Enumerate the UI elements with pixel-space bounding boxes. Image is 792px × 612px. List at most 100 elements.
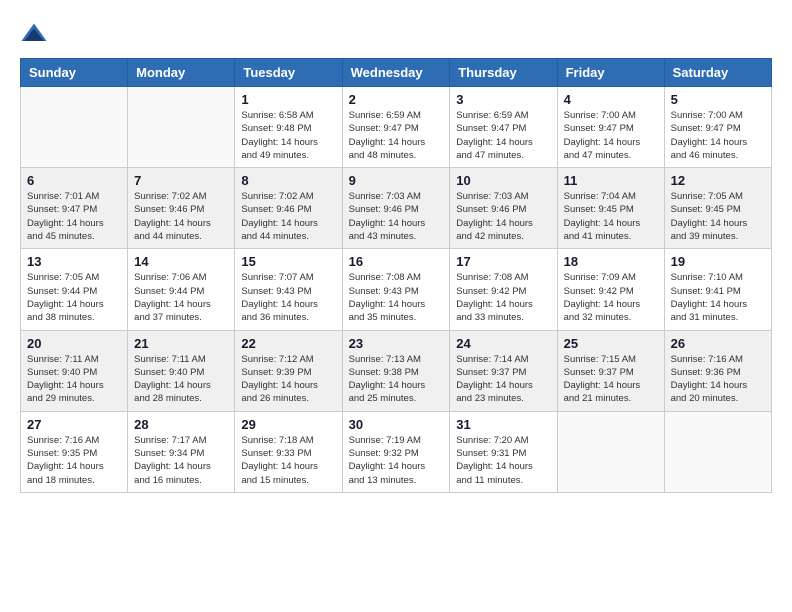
calendar-week-row: 20 Sunrise: 7:11 AM Sunset: 9:40 PM Dayli… xyxy=(21,330,772,411)
day-number: 8 xyxy=(241,173,335,188)
calendar-cell xyxy=(664,411,771,492)
day-info: Sunrise: 7:10 AM Sunset: 9:41 PM Dayligh… xyxy=(671,271,765,324)
calendar-cell xyxy=(21,87,128,168)
day-number: 24 xyxy=(456,336,550,351)
calendar-cell: 7 Sunrise: 7:02 AM Sunset: 9:46 PM Daylig… xyxy=(128,168,235,249)
calendar-cell: 9 Sunrise: 7:03 AM Sunset: 9:46 PM Daylig… xyxy=(342,168,450,249)
day-number: 13 xyxy=(27,254,121,269)
day-info: Sunrise: 7:02 AM Sunset: 9:46 PM Dayligh… xyxy=(134,190,228,243)
day-number: 17 xyxy=(456,254,550,269)
calendar-cell: 16 Sunrise: 7:08 AM Sunset: 9:43 PM Dayli… xyxy=(342,249,450,330)
day-number: 14 xyxy=(134,254,228,269)
day-number: 16 xyxy=(349,254,444,269)
calendar-week-row: 1 Sunrise: 6:58 AM Sunset: 9:48 PM Daylig… xyxy=(21,87,772,168)
weekday-header: Wednesday xyxy=(342,59,450,87)
day-number: 10 xyxy=(456,173,550,188)
day-info: Sunrise: 7:19 AM Sunset: 9:32 PM Dayligh… xyxy=(349,434,444,487)
calendar-cell: 3 Sunrise: 6:59 AM Sunset: 9:47 PM Daylig… xyxy=(450,87,557,168)
day-info: Sunrise: 7:14 AM Sunset: 9:37 PM Dayligh… xyxy=(456,353,550,406)
calendar-week-row: 6 Sunrise: 7:01 AM Sunset: 9:47 PM Daylig… xyxy=(21,168,772,249)
calendar-cell: 11 Sunrise: 7:04 AM Sunset: 9:45 PM Dayli… xyxy=(557,168,664,249)
weekday-header: Tuesday xyxy=(235,59,342,87)
calendar-cell: 22 Sunrise: 7:12 AM Sunset: 9:39 PM Dayli… xyxy=(235,330,342,411)
day-info: Sunrise: 7:00 AM Sunset: 9:47 PM Dayligh… xyxy=(564,109,658,162)
calendar-cell: 19 Sunrise: 7:10 AM Sunset: 9:41 PM Dayli… xyxy=(664,249,771,330)
calendar-cell: 25 Sunrise: 7:15 AM Sunset: 9:37 PM Dayli… xyxy=(557,330,664,411)
day-number: 6 xyxy=(27,173,121,188)
day-number: 11 xyxy=(564,173,658,188)
weekday-header: Sunday xyxy=(21,59,128,87)
day-number: 29 xyxy=(241,417,335,432)
day-info: Sunrise: 7:09 AM Sunset: 9:42 PM Dayligh… xyxy=(564,271,658,324)
calendar-cell: 12 Sunrise: 7:05 AM Sunset: 9:45 PM Dayli… xyxy=(664,168,771,249)
logo-icon xyxy=(20,20,48,48)
day-number: 4 xyxy=(564,92,658,107)
day-number: 28 xyxy=(134,417,228,432)
calendar-cell: 1 Sunrise: 6:58 AM Sunset: 9:48 PM Daylig… xyxy=(235,87,342,168)
calendar-cell: 21 Sunrise: 7:11 AM Sunset: 9:40 PM Dayli… xyxy=(128,330,235,411)
day-info: Sunrise: 6:58 AM Sunset: 9:48 PM Dayligh… xyxy=(241,109,335,162)
calendar-week-row: 27 Sunrise: 7:16 AM Sunset: 9:35 PM Dayli… xyxy=(21,411,772,492)
calendar-cell xyxy=(128,87,235,168)
day-number: 12 xyxy=(671,173,765,188)
calendar-cell: 6 Sunrise: 7:01 AM Sunset: 9:47 PM Daylig… xyxy=(21,168,128,249)
calendar-cell: 20 Sunrise: 7:11 AM Sunset: 9:40 PM Dayli… xyxy=(21,330,128,411)
day-info: Sunrise: 6:59 AM Sunset: 9:47 PM Dayligh… xyxy=(349,109,444,162)
weekday-header: Monday xyxy=(128,59,235,87)
weekday-header: Saturday xyxy=(664,59,771,87)
calendar-cell: 30Sunrise: 7:19 AM Sunset: 9:32 PM Dayli… xyxy=(342,411,450,492)
day-number: 7 xyxy=(134,173,228,188)
calendar-cell: 17 Sunrise: 7:08 AM Sunset: 9:42 PM Dayli… xyxy=(450,249,557,330)
day-number: 2 xyxy=(349,92,444,107)
day-info: Sunrise: 7:20 AM Sunset: 9:31 PM Dayligh… xyxy=(456,434,550,487)
day-info: Sunrise: 7:08 AM Sunset: 9:43 PM Dayligh… xyxy=(349,271,444,324)
day-number: 19 xyxy=(671,254,765,269)
day-number: 26 xyxy=(671,336,765,351)
day-number: 25 xyxy=(564,336,658,351)
day-number: 22 xyxy=(241,336,335,351)
day-info: Sunrise: 7:17 AM Sunset: 9:34 PM Dayligh… xyxy=(134,434,228,487)
day-info: Sunrise: 7:16 AM Sunset: 9:35 PM Dayligh… xyxy=(27,434,121,487)
calendar-cell: 4 Sunrise: 7:00 AM Sunset: 9:47 PM Daylig… xyxy=(557,87,664,168)
day-info: Sunrise: 7:05 AM Sunset: 9:45 PM Dayligh… xyxy=(671,190,765,243)
day-number: 18 xyxy=(564,254,658,269)
day-info: Sunrise: 7:03 AM Sunset: 9:46 PM Dayligh… xyxy=(349,190,444,243)
day-info: Sunrise: 7:06 AM Sunset: 9:44 PM Dayligh… xyxy=(134,271,228,324)
day-number: 9 xyxy=(349,173,444,188)
day-info: Sunrise: 7:08 AM Sunset: 9:42 PM Dayligh… xyxy=(456,271,550,324)
calendar-cell: 2 Sunrise: 6:59 AM Sunset: 9:47 PM Daylig… xyxy=(342,87,450,168)
calendar-cell: 26 Sunrise: 7:16 AM Sunset: 9:36 PM Dayli… xyxy=(664,330,771,411)
day-number: 21 xyxy=(134,336,228,351)
day-info: Sunrise: 6:59 AM Sunset: 9:47 PM Dayligh… xyxy=(456,109,550,162)
day-number: 27 xyxy=(27,417,121,432)
day-info: Sunrise: 7:00 AM Sunset: 9:47 PM Dayligh… xyxy=(671,109,765,162)
day-info: Sunrise: 7:15 AM Sunset: 9:37 PM Dayligh… xyxy=(564,353,658,406)
day-number: 1 xyxy=(241,92,335,107)
calendar-cell: 31Sunrise: 7:20 AM Sunset: 9:31 PM Dayli… xyxy=(450,411,557,492)
calendar-cell xyxy=(557,411,664,492)
day-number: 20 xyxy=(27,336,121,351)
weekday-header: Friday xyxy=(557,59,664,87)
day-info: Sunrise: 7:11 AM Sunset: 9:40 PM Dayligh… xyxy=(134,353,228,406)
day-info: Sunrise: 7:03 AM Sunset: 9:46 PM Dayligh… xyxy=(456,190,550,243)
calendar-cell: 15Sunrise: 7:07 AM Sunset: 9:43 PM Dayli… xyxy=(235,249,342,330)
calendar-cell: 23Sunrise: 7:13 AM Sunset: 9:38 PM Dayli… xyxy=(342,330,450,411)
day-info: Sunrise: 7:16 AM Sunset: 9:36 PM Dayligh… xyxy=(671,353,765,406)
day-number: 3 xyxy=(456,92,550,107)
day-info: Sunrise: 7:12 AM Sunset: 9:39 PM Dayligh… xyxy=(241,353,335,406)
weekday-header-row: SundayMondayTuesdayWednesdayThursdayFrid… xyxy=(21,59,772,87)
day-info: Sunrise: 7:04 AM Sunset: 9:45 PM Dayligh… xyxy=(564,190,658,243)
calendar-cell: 10 Sunrise: 7:03 AM Sunset: 9:46 PM Dayli… xyxy=(450,168,557,249)
calendar-cell: 13Sunrise: 7:05 AM Sunset: 9:44 PM Dayli… xyxy=(21,249,128,330)
calendar-cell: 14 Sunrise: 7:06 AM Sunset: 9:44 PM Dayli… xyxy=(128,249,235,330)
day-info: Sunrise: 7:13 AM Sunset: 9:38 PM Dayligh… xyxy=(349,353,444,406)
calendar-week-row: 13Sunrise: 7:05 AM Sunset: 9:44 PM Dayli… xyxy=(21,249,772,330)
day-info: Sunrise: 7:01 AM Sunset: 9:47 PM Dayligh… xyxy=(27,190,121,243)
day-info: Sunrise: 7:11 AM Sunset: 9:40 PM Dayligh… xyxy=(27,353,121,406)
calendar-cell: 29Sunrise: 7:18 AM Sunset: 9:33 PM Dayli… xyxy=(235,411,342,492)
day-number: 5 xyxy=(671,92,765,107)
day-info: Sunrise: 7:02 AM Sunset: 9:46 PM Dayligh… xyxy=(241,190,335,243)
calendar-cell: 28 Sunrise: 7:17 AM Sunset: 9:34 PM Dayli… xyxy=(128,411,235,492)
day-number: 15 xyxy=(241,254,335,269)
calendar-cell: 8 Sunrise: 7:02 AM Sunset: 9:46 PM Daylig… xyxy=(235,168,342,249)
